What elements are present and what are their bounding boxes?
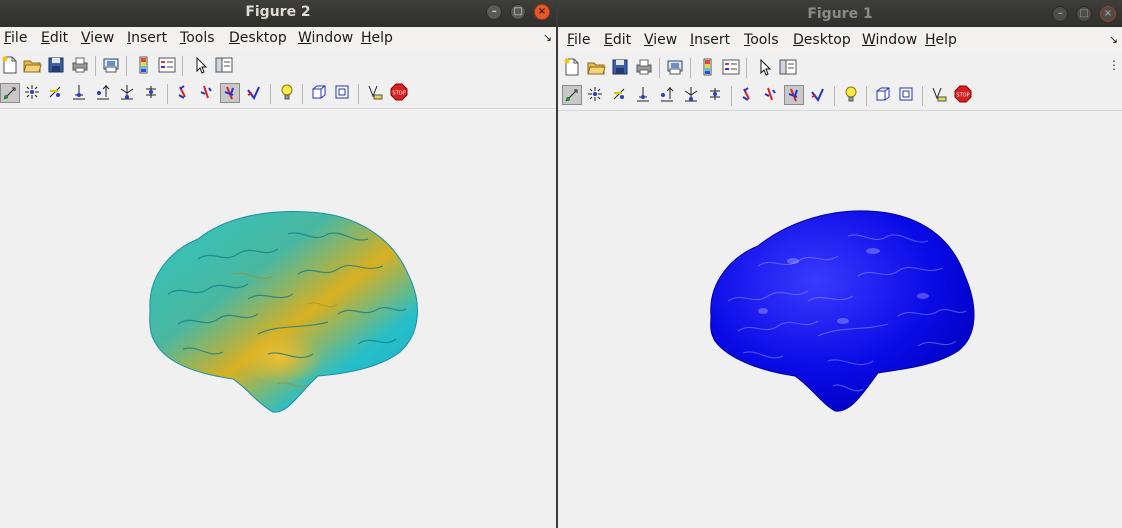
select-fix-icon[interactable] <box>142 83 162 103</box>
menu-view[interactable]: View <box>81 30 114 46</box>
new-figure-icon[interactable] <box>0 55 20 75</box>
open-file-icon[interactable] <box>586 57 606 77</box>
figure-toolbar <box>0 52 556 81</box>
open-file-icon[interactable] <box>22 55 42 75</box>
title-bar[interactable]: Figure 1 – □ × <box>558 0 1122 27</box>
rotate-z-icon[interactable] <box>220 83 240 103</box>
select-points-icon[interactable] <box>23 83 43 103</box>
edit-plot-icon[interactable] <box>755 57 775 77</box>
property-editor-icon[interactable] <box>214 55 234 75</box>
light-bulb-icon[interactable] <box>278 83 298 103</box>
minimize-button[interactable]: – <box>486 4 503 20</box>
dock-arrow-icon[interactable]: ↘ <box>543 31 552 44</box>
select-area-icon[interactable] <box>634 85 654 105</box>
select-mode-icon[interactable] <box>562 85 582 105</box>
menu-file[interactable]: File <box>567 32 590 48</box>
menu-help[interactable]: Help <box>925 32 957 48</box>
menu-tools[interactable]: Tools <box>744 32 779 48</box>
menu-help[interactable]: Help <box>361 30 393 46</box>
light-bulb-icon[interactable] <box>842 85 862 105</box>
close-button[interactable]: × <box>534 4 550 20</box>
dock-arrow-icon[interactable]: ↘ <box>1109 33 1118 46</box>
select-path-icon[interactable] <box>658 85 678 105</box>
print-icon[interactable] <box>70 55 90 75</box>
save-icon[interactable] <box>610 57 630 77</box>
rotate-y-icon[interactable] <box>761 85 781 105</box>
rotate-x-icon[interactable] <box>174 83 194 103</box>
svg-text:STOP: STOP <box>392 91 405 97</box>
select-line-icon[interactable] <box>610 85 630 105</box>
menu-edit[interactable]: Edit <box>41 30 68 46</box>
edit-plot-icon[interactable] <box>191 55 211 75</box>
menu-tools[interactable]: Tools <box>180 30 215 46</box>
menu-window[interactable]: Window <box>298 30 353 46</box>
maximize-button[interactable]: □ <box>510 4 527 20</box>
menu-bar: File Edit View Insert Tools Desktop Wind… <box>0 27 556 51</box>
figure-toolbar: ⋮ <box>558 54 1122 83</box>
stop-icon[interactable]: STOP <box>390 83 410 103</box>
minimize-button[interactable]: – <box>1052 6 1069 22</box>
maximize-button[interactable]: □ <box>1076 6 1093 22</box>
menu-desktop[interactable]: Desktop <box>229 30 287 46</box>
insert-legend-icon[interactable] <box>721 57 741 77</box>
window-title: Figure 2 <box>245 4 311 20</box>
menu-insert[interactable]: Insert <box>127 30 167 46</box>
select-points-icon[interactable] <box>586 85 606 105</box>
title-bar[interactable]: Figure 2 – □ × <box>0 0 556 27</box>
menu-bar: File Edit View Insert Tools Desktop Wind… <box>558 29 1122 53</box>
camera-toolbar: STOP <box>0 80 556 109</box>
rotate-x-icon[interactable] <box>738 85 758 105</box>
menu-insert[interactable]: Insert <box>690 32 730 48</box>
select-path-icon[interactable] <box>94 83 114 103</box>
menu-file[interactable]: File <box>4 30 27 46</box>
menu-view[interactable]: View <box>644 32 677 48</box>
print-preview-icon[interactable] <box>101 55 121 75</box>
box-view-icon[interactable] <box>310 83 330 103</box>
cube-view-icon[interactable] <box>897 85 917 105</box>
menu-desktop[interactable]: Desktop <box>793 32 851 48</box>
select-area-icon[interactable] <box>70 83 90 103</box>
new-figure-icon[interactable] <box>562 57 582 77</box>
select-mode-icon[interactable] <box>0 83 20 103</box>
brain-surface-plot[interactable] <box>703 201 993 416</box>
figure-axes-area[interactable] <box>558 111 1122 528</box>
stop-icon[interactable]: STOP <box>954 85 974 105</box>
insert-colorbar-icon[interactable] <box>134 55 154 75</box>
print-preview-icon[interactable] <box>665 57 685 77</box>
toolbar-overflow-icon[interactable]: ⋮ <box>1108 58 1120 72</box>
select-label-icon[interactable] <box>682 85 702 105</box>
insert-colorbar-icon[interactable] <box>698 57 718 77</box>
close-button[interactable]: × <box>1100 6 1116 22</box>
print-icon[interactable] <box>634 57 654 77</box>
box-view-icon[interactable] <box>874 85 894 105</box>
figure-1-window: Figure 1 – □ × File Edit View Insert Too… <box>558 0 1122 528</box>
camera-toolbar: STOP <box>558 82 1122 111</box>
property-editor-icon[interactable] <box>778 57 798 77</box>
rotate-y-icon[interactable] <box>197 83 217 103</box>
window-title: Figure 1 <box>807 6 873 22</box>
svg-text:STOP: STOP <box>956 93 969 99</box>
figure-axes-area[interactable] <box>0 109 556 528</box>
select-line-icon[interactable] <box>46 83 66 103</box>
save-icon[interactable] <box>46 55 66 75</box>
rotate-free-icon[interactable] <box>808 85 828 105</box>
select-fix-icon[interactable] <box>706 85 726 105</box>
brain-surface-plot[interactable] <box>138 204 428 419</box>
rotate-free-icon[interactable] <box>244 83 264 103</box>
insert-legend-icon[interactable] <box>157 55 177 75</box>
select-label-icon[interactable] <box>118 83 138 103</box>
figure-2-window: Figure 2 – □ × File Edit View Insert Too… <box>0 0 557 528</box>
annotate-icon[interactable] <box>366 83 386 103</box>
menu-edit[interactable]: Edit <box>604 32 631 48</box>
annotate-icon[interactable] <box>930 85 950 105</box>
rotate-z-icon[interactable] <box>784 85 804 105</box>
cube-view-icon[interactable] <box>333 83 353 103</box>
menu-window[interactable]: Window <box>862 32 917 48</box>
